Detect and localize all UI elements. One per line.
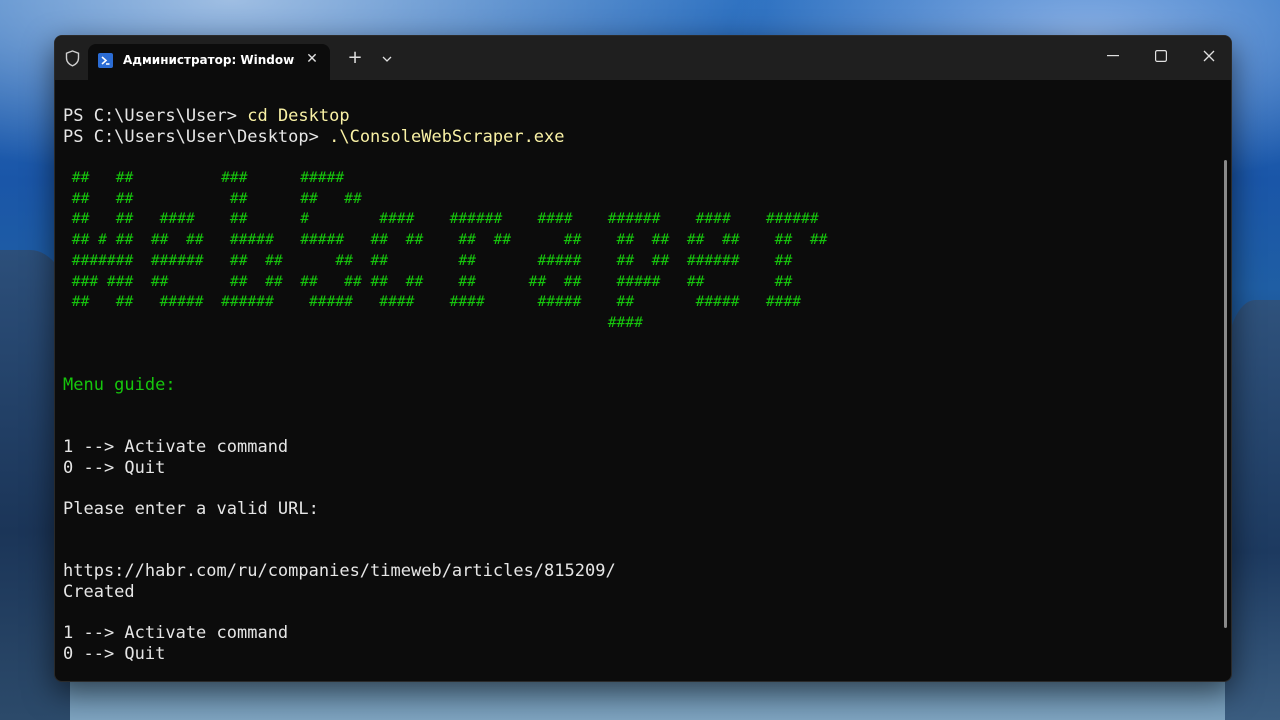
chevron-down-icon[interactable] xyxy=(377,49,397,69)
wallpaper-hill-right xyxy=(1225,300,1280,720)
title-bar[interactable]: Администратор: Windows Pc ✕ + xyxy=(55,36,1231,80)
banner-line: ## ## ### ##### xyxy=(63,169,345,187)
command-text: .\ConsoleWebScraper.exe xyxy=(329,126,565,147)
command-line-2: PS C:\Users\User\Desktop> .\ConsoleWebSc… xyxy=(63,127,1211,148)
command-line-1: PS C:\Users\User> cd Desktop xyxy=(63,106,1211,127)
shield-icon xyxy=(63,49,81,67)
status-created: Created xyxy=(63,581,135,602)
new-tab-button[interactable]: + xyxy=(345,49,365,69)
close-tab-icon[interactable]: ✕ xyxy=(304,51,320,67)
menu-guide-heading: Menu guide: xyxy=(63,374,176,395)
prompt: PS C:\Users\User> xyxy=(63,106,248,126)
banner-line: ## # ## ## ## ##### ##### ## ## ## ## ##… xyxy=(63,231,828,249)
entered-url: https://habr.com/ru/companies/timeweb/ar… xyxy=(63,561,616,582)
menu-option-activate: 1 --> Activate command xyxy=(63,437,289,457)
minimize-button[interactable] xyxy=(1097,44,1129,68)
powershell-icon xyxy=(98,53,113,68)
menu-option-quit: 0 --> Quit xyxy=(63,643,166,664)
banner-line: #### xyxy=(63,313,643,331)
banner-line: ## ## ## ## ## xyxy=(63,189,362,207)
banner-line: ## ## ##### ###### ##### #### #### #####… xyxy=(63,293,802,311)
banner-line: ### ### ## ## ## ## ## ## ## ## ## ## ##… xyxy=(63,272,793,290)
banner-line: ####### ###### ## ## ## ## ## ##### ## #… xyxy=(63,251,793,269)
command-text: cd Desktop xyxy=(247,106,350,126)
scrollbar[interactable] xyxy=(1224,160,1227,628)
tab-administrator-powershell[interactable]: Администратор: Windows Pc ✕ xyxy=(88,44,330,80)
terminal-window: Администратор: Windows Pc ✕ + PS C:\User… xyxy=(54,35,1232,682)
menu-option-activate: 1 --> Activate command xyxy=(63,623,289,644)
banner-line: ## ## #### ## # #### ###### #### ###### … xyxy=(63,210,819,228)
maximize-button[interactable] xyxy=(1145,44,1177,68)
close-window-button[interactable] xyxy=(1193,44,1225,68)
console-output[interactable]: PS C:\Users\User> cd Desktop PS C:\Users… xyxy=(63,106,1211,665)
ascii-banner: ## ## ### ##### ## ## ## ## ## ## ## ###… xyxy=(63,168,1211,334)
url-prompt: Please enter a valid URL: xyxy=(63,499,319,520)
prompt: PS C:\Users\User\Desktop> xyxy=(63,126,330,147)
tab-title: Администратор: Windows Pc xyxy=(123,53,295,67)
menu-option-quit: 0 --> Quit xyxy=(63,457,166,478)
